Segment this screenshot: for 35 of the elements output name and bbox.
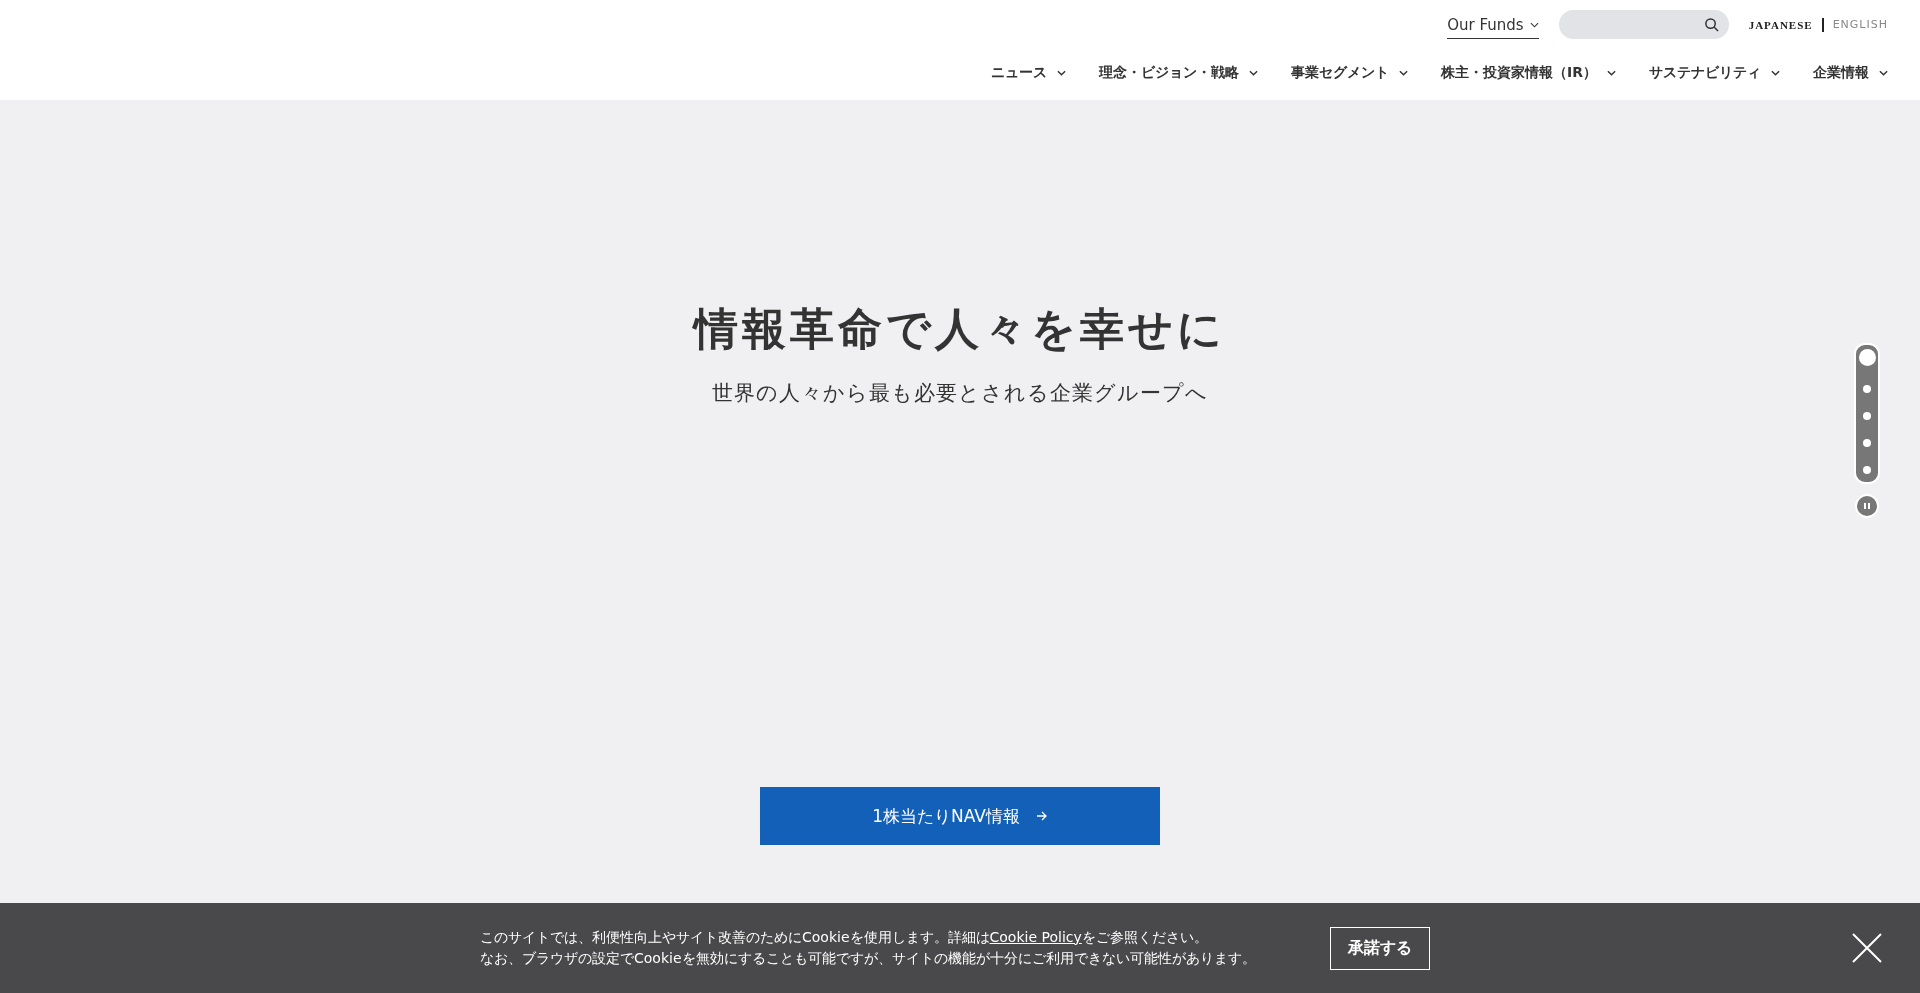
nav-menu-item[interactable]: 企業情報	[1813, 64, 1888, 82]
hero-title: 情報革命で人々を幸せに	[694, 302, 1226, 356]
slide-dot[interactable]	[1863, 412, 1871, 420]
arrow-right-icon	[1035, 811, 1048, 821]
chevron-down-icon	[1057, 70, 1066, 76]
chevron-down-icon	[1529, 22, 1539, 28]
slide-dot[interactable]	[1863, 439, 1871, 447]
search-icon	[1703, 17, 1719, 32]
close-icon	[1852, 933, 1882, 963]
cookie-notice-text: このサイトでは、利便性向上やサイト改善のためにCookieを使用します。詳細はCookie Policyをご参照ください。	[480, 928, 1209, 947]
chevron-down-icon	[1399, 70, 1408, 76]
slide-dot[interactable]	[1863, 466, 1871, 474]
nav-menu-item[interactable]: 株主・投資家情報（IR）	[1441, 64, 1616, 82]
nav-menu-item[interactable]: ニュース	[991, 64, 1066, 82]
nav-menu-item[interactable]: 事業セグメント	[1291, 64, 1408, 82]
close-button[interactable]	[1852, 933, 1882, 963]
our-funds-link[interactable]: Our Funds	[1447, 10, 1539, 39]
chevron-down-icon	[1771, 70, 1780, 76]
chevron-down-icon	[1249, 70, 1258, 76]
chevron-down-icon	[1607, 70, 1616, 76]
hero-subtitle: 世界の人々から最も必要とされる企業グループへ	[712, 380, 1208, 407]
slide-dot[interactable]	[1858, 349, 1876, 366]
pause-button[interactable]	[1855, 494, 1879, 518]
pause-icon	[1863, 502, 1871, 510]
slide-dot[interactable]	[1863, 385, 1871, 393]
accept-button[interactable]: 承諾する	[1330, 926, 1430, 970]
search-field[interactable]	[1558, 10, 1729, 39]
cookie-policy-link[interactable]: Cookie Policy	[989, 928, 1082, 945]
nav-menu-item[interactable]: 理念・ビジョン・戦略	[1099, 64, 1258, 82]
language-link[interactable]: JAPANESE	[1748, 18, 1813, 31]
language-link[interactable]: ENGLISH	[1832, 18, 1888, 31]
nav-menu-item[interactable]: サステナビリティ	[1649, 64, 1780, 82]
cookie-notice-text: なお、ブラウザの設定でCookieを無効にすることも可能ですが、サイトの機能が十分にご利用できない可能性があります。	[480, 949, 1257, 968]
nav-info-button[interactable]: 1株当たりNAV情報	[760, 787, 1160, 845]
chevron-down-icon	[1879, 70, 1888, 76]
